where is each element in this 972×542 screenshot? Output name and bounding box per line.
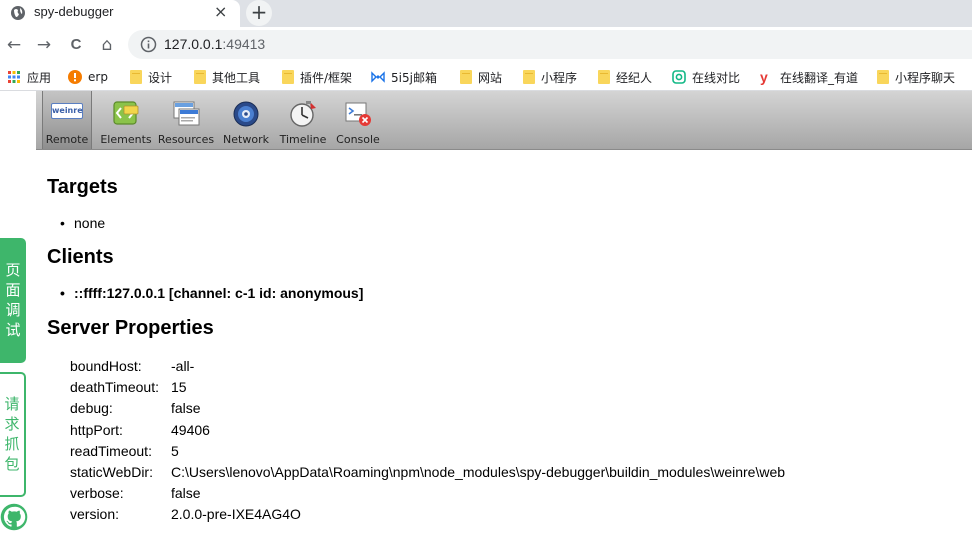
tab-network[interactable]: Network: [219, 91, 273, 149]
tab-strip: spy-debugger × +: [0, 0, 972, 27]
timeline-icon: [290, 101, 316, 127]
folder-icon: [460, 70, 472, 84]
property-key: debug:: [70, 400, 113, 417]
property-key: staticWebDir:: [70, 463, 153, 480]
property-key: boundHost:: [70, 358, 142, 374]
forward-icon[interactable]: →: [33, 34, 55, 56]
weinre-logo-icon: weinre: [51, 103, 83, 119]
resources-icon: [173, 101, 200, 126]
property-key: version:: [70, 506, 120, 523]
remote-panel: Targets none Clients ::ffff:127.0.0.1 [c…: [36, 150, 972, 542]
bookmark-design[interactable]: 设计: [130, 68, 172, 86]
bookmark-plugins[interactable]: 插件/框架: [282, 68, 352, 86]
address-bar[interactable]: 127.0.0.1:49413: [128, 30, 972, 59]
reload-icon[interactable]: C: [65, 34, 87, 56]
apps-grid-icon: [8, 71, 20, 83]
bookmark-youdao[interactable]: y 在线翻译_有道: [760, 68, 858, 86]
bookmarks-bar: 应用 erp 设计 其他工具 插件/框架 5i5j邮箱 网站 小程序 经纪人 在…: [0, 63, 972, 91]
target-item: none: [60, 215, 105, 231]
clients-heading: Clients: [47, 246, 114, 268]
mail-icon: [371, 71, 385, 83]
compare-icon: [672, 70, 686, 84]
property-value: -all-: [171, 358, 195, 374]
browser-toolbar: ← → C ⌂ 127.0.0.1:49413: [0, 27, 972, 63]
bookmark-compare[interactable]: 在线对比: [672, 68, 740, 86]
targets-heading: Targets: [47, 176, 118, 198]
tab-elements[interactable]: Elements: [96, 91, 156, 149]
folder-icon: [877, 70, 889, 84]
back-icon[interactable]: ←: [3, 34, 25, 56]
bookmark-websites[interactable]: 网站: [460, 68, 502, 86]
request-capture-button[interactable]: 请求抓包: [0, 372, 26, 497]
property-value: 5: [171, 442, 179, 459]
tab-resources[interactable]: Resources: [157, 91, 215, 149]
property-key: readTimeout:: [70, 442, 152, 459]
folder-icon: [598, 70, 610, 84]
network-icon: [233, 101, 259, 127]
property-key: httpPort:: [70, 421, 123, 438]
tab-title: spy-debugger: [34, 4, 114, 19]
folder-icon: [523, 70, 535, 84]
info-icon[interactable]: [140, 36, 157, 53]
bookmark-mini-chat[interactable]: 小程序聊天: [877, 68, 955, 86]
erp-icon: [68, 70, 82, 84]
tab-remote[interactable]: weinre Remote: [42, 91, 92, 149]
property-key: deathTimeout:: [70, 379, 159, 396]
property-value: false: [171, 485, 201, 502]
bookmark-other-tools[interactable]: 其他工具: [194, 68, 260, 86]
folder-icon: [194, 70, 206, 84]
property-value: 2.0.0-pre-IXE4AG4O: [171, 506, 301, 523]
property-value: 49406: [171, 421, 210, 438]
bookmark-agent[interactable]: 经纪人: [598, 68, 652, 86]
youdao-icon: y: [760, 69, 768, 85]
bookmark-mail[interactable]: 5i5j邮箱: [371, 68, 437, 86]
home-icon[interactable]: ⌂: [96, 34, 118, 56]
property-key: verbose:: [70, 485, 124, 502]
bookmark-apps[interactable]: 应用: [7, 68, 51, 86]
console-icon: [345, 102, 371, 126]
tab-console[interactable]: Console: [333, 91, 383, 149]
elements-icon: [113, 101, 139, 125]
property-value: false: [171, 400, 201, 417]
new-tab-button[interactable]: +: [246, 0, 272, 26]
tab-timeline[interactable]: Timeline: [278, 91, 328, 149]
tab-spy-debugger[interactable]: spy-debugger ×: [0, 0, 240, 27]
folder-icon: [282, 70, 294, 84]
close-icon[interactable]: ×: [214, 2, 227, 21]
globe-icon: [11, 6, 25, 20]
page-debug-button[interactable]: 页面调试: [0, 238, 26, 363]
weinre-toolbar: weinre Remote Elements Resources Network: [36, 91, 972, 150]
bookmark-erp[interactable]: erp: [68, 68, 108, 86]
folder-icon: [130, 70, 142, 84]
server-properties-heading: Server Properties: [47, 317, 214, 339]
property-value: 15: [171, 379, 187, 396]
client-item[interactable]: ::ffff:127.0.0.1 [channel: c-1 id: anony…: [60, 285, 363, 301]
url-text: 127.0.0.1:49413: [164, 36, 266, 52]
property-value: C:\Users\lenovo\AppData\Roaming\npm\node…: [171, 463, 786, 480]
bookmark-mini-program[interactable]: 小程序: [523, 68, 577, 86]
github-icon[interactable]: [0, 503, 28, 531]
